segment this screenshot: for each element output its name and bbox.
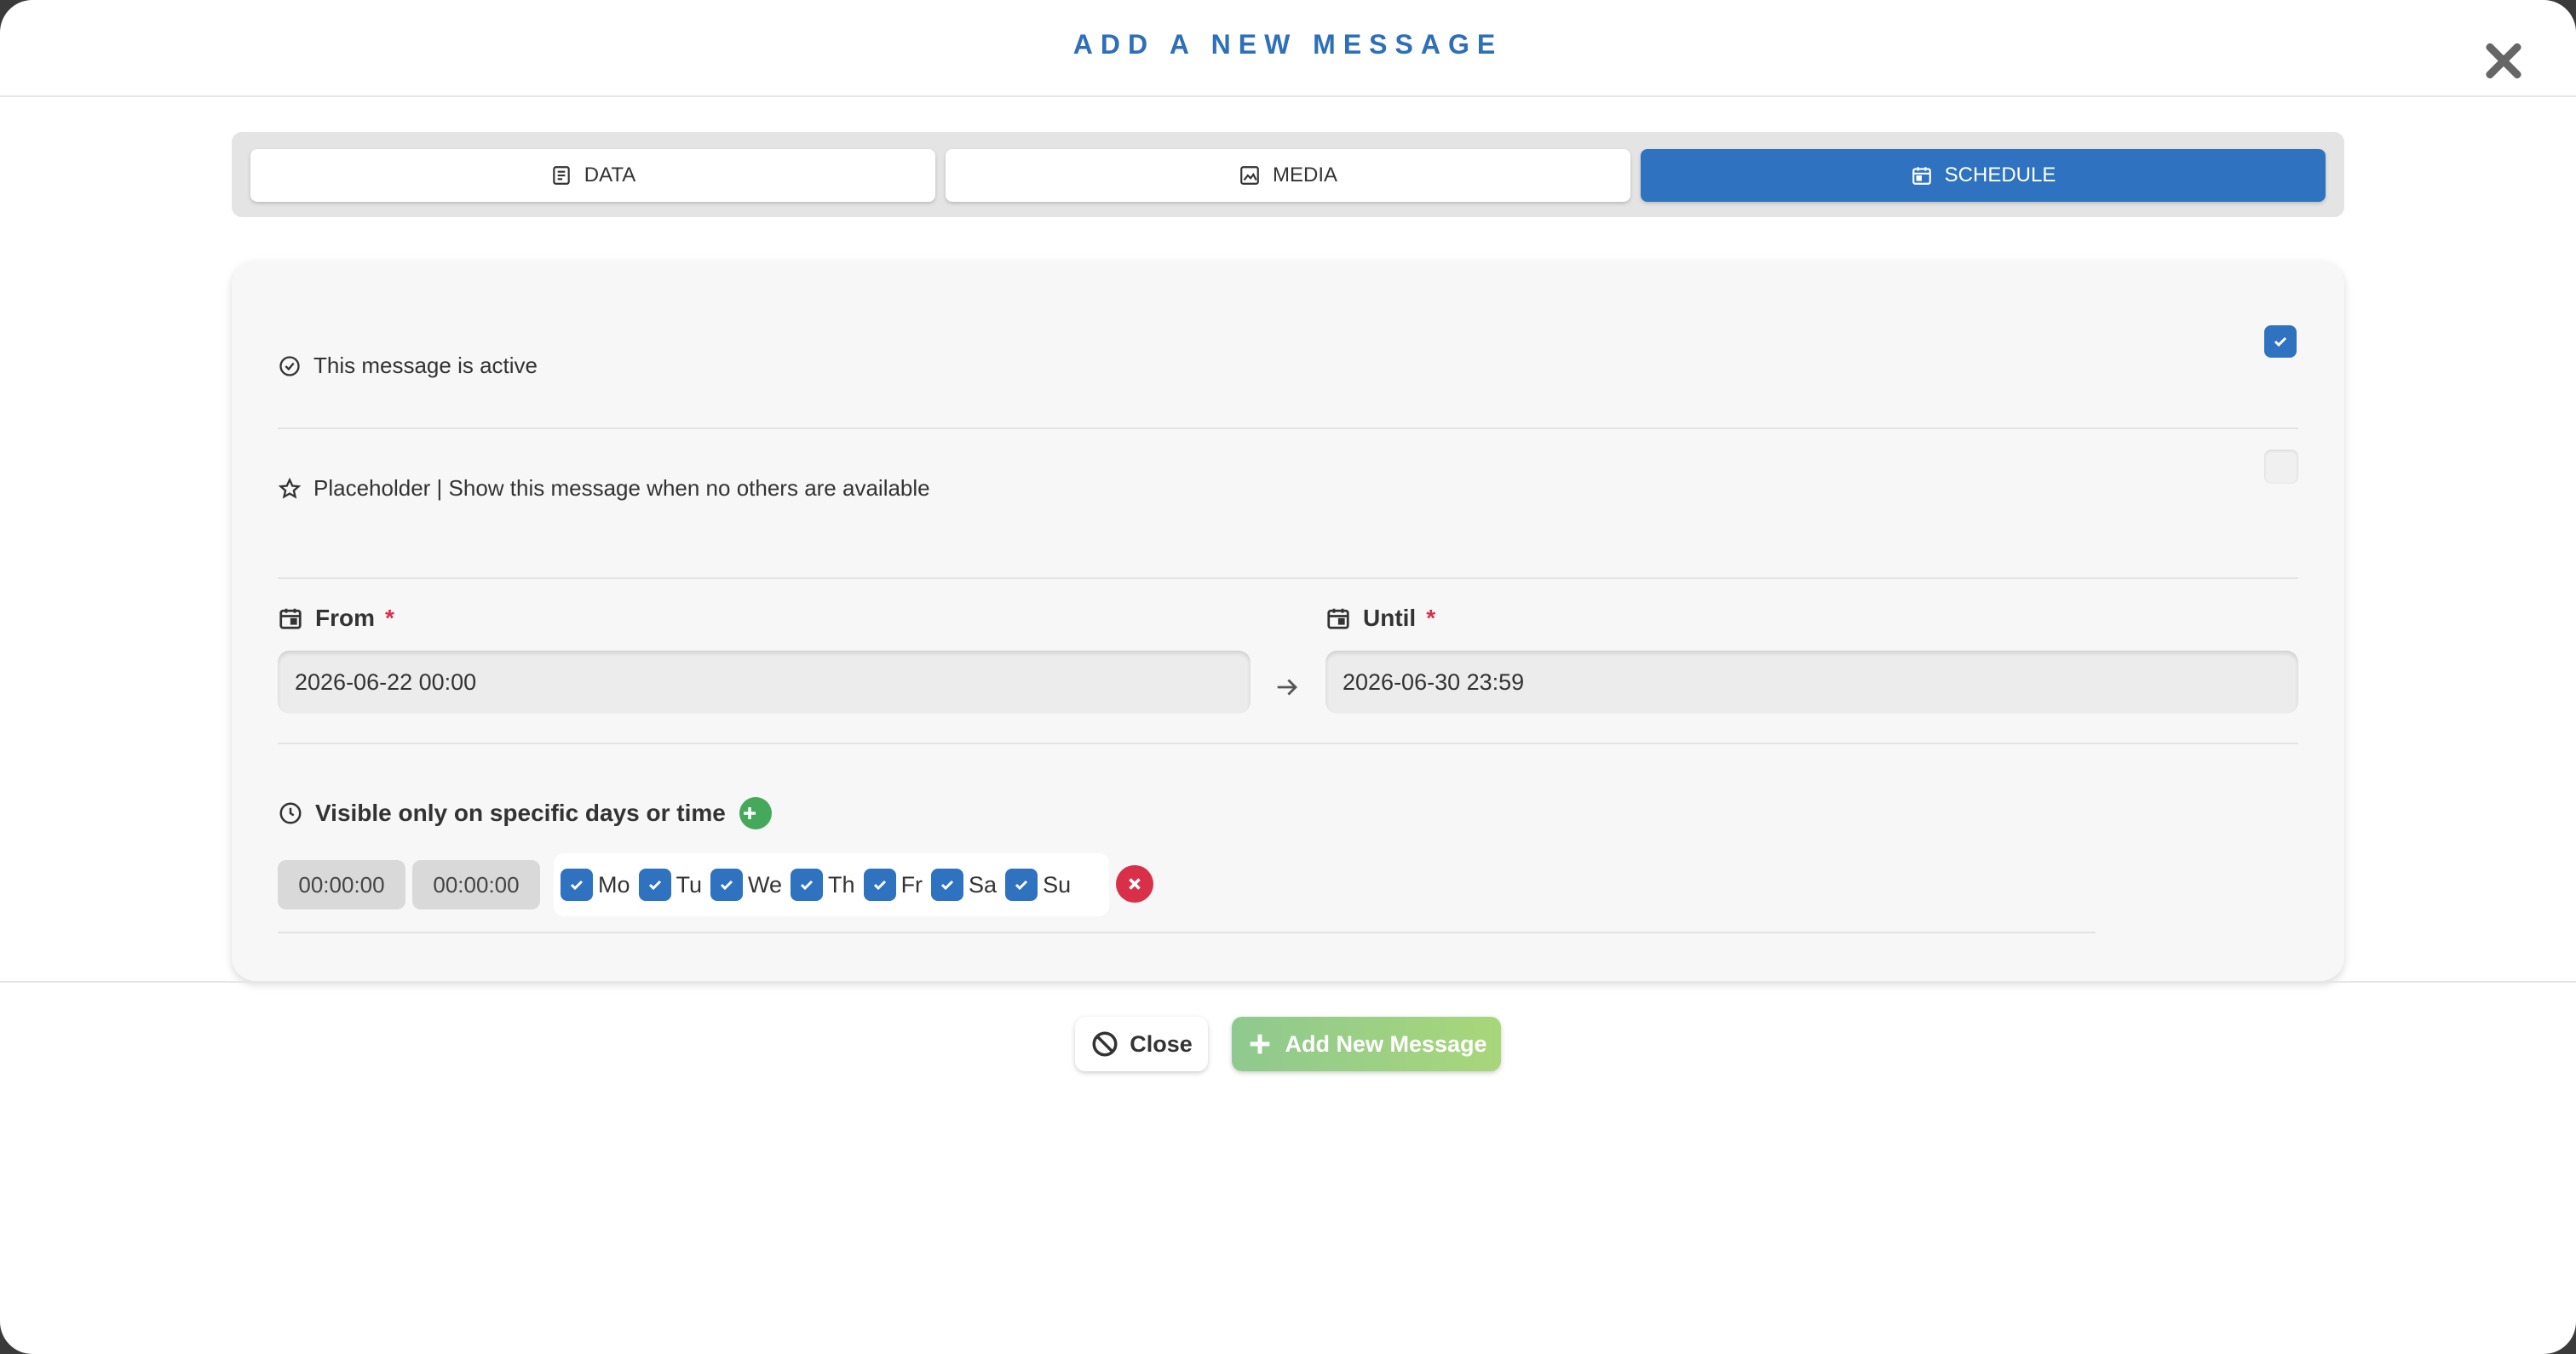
day-label: Sa: [969, 871, 998, 898]
add-message-modal: ADD A NEW MESSAGE DATA MEDIA SCHEDULE Th…: [0, 0, 2576, 1354]
modal-header: ADD A NEW MESSAGE: [0, 0, 2576, 97]
tab-label: SCHEDULE: [1944, 164, 2056, 186]
image-icon: [1240, 166, 1259, 185]
close-button-label: Close: [1130, 1030, 1193, 1057]
placeholder-checkbox[interactable]: [2264, 450, 2298, 484]
arrow-right-icon: [1277, 679, 1297, 696]
plus-icon: [743, 807, 756, 819]
day-checkbox[interactable]: [561, 869, 593, 901]
day-label: Su: [1043, 871, 1072, 898]
day-label: Th: [828, 871, 855, 898]
divider: [278, 932, 2096, 933]
day-th[interactable]: Th: [791, 869, 855, 901]
day-tu[interactable]: Tu: [638, 869, 703, 901]
active-checkbox[interactable]: [2264, 325, 2297, 358]
close-icon: [1129, 878, 1141, 890]
from-label: From *: [278, 605, 394, 632]
day-sa[interactable]: Sa: [931, 869, 997, 901]
tab-bar: DATA MEDIA SCHEDULE: [232, 132, 2344, 217]
star-icon: [278, 477, 302, 499]
from-input[interactable]: 2026-06-22 00:00: [278, 651, 1251, 714]
day-checkbox[interactable]: [638, 869, 671, 901]
close-icon[interactable]: [2481, 37, 2527, 83]
day-we[interactable]: We: [710, 869, 782, 901]
until-label: Until *: [1325, 605, 1435, 632]
day-label: Tu: [676, 871, 703, 898]
active-label: This message is active: [313, 353, 538, 378]
day-label: We: [748, 871, 783, 898]
checkmark-icon: [720, 880, 733, 891]
day-fr[interactable]: Fr: [863, 869, 923, 901]
remove-time-rule-button[interactable]: [1116, 865, 1153, 903]
until-input[interactable]: 2026-06-30 23:59: [1325, 651, 2298, 714]
add-time-rule-button[interactable]: [739, 797, 772, 829]
day-su[interactable]: Su: [1005, 869, 1071, 901]
checkmark-icon: [940, 880, 954, 891]
divider: [278, 743, 2298, 744]
checkmark-icon: [873, 880, 886, 891]
time-start-input[interactable]: 00:00:00: [278, 860, 405, 909]
placeholder-row: Placeholder | Show this message when no …: [278, 475, 930, 502]
tab-label: MEDIA: [1272, 164, 1337, 186]
time-end-input[interactable]: 00:00:00: [412, 860, 540, 909]
divider: [278, 427, 2298, 429]
check-circle-icon: [279, 355, 300, 376]
visibility-row: Visible only on specific days or time: [278, 797, 772, 829]
day-checkbox[interactable]: [863, 869, 896, 901]
close-button[interactable]: Close: [1075, 1017, 1208, 1071]
day-selector: Mo Tu We Th Fr Sa Su: [554, 853, 1109, 916]
footer-divider: [0, 981, 2576, 983]
add-new-message-button[interactable]: Add New Message: [1232, 1017, 1501, 1071]
add-button-label: Add New Message: [1285, 1030, 1487, 1057]
calendar-icon: [1327, 608, 1349, 629]
day-checkbox[interactable]: [791, 869, 824, 901]
checkmark-icon: [1015, 880, 1028, 891]
active-row: This message is active: [278, 353, 538, 379]
checkmark-icon: [2274, 336, 2287, 347]
day-checkbox[interactable]: [1005, 869, 1038, 901]
divider: [278, 577, 2298, 579]
until-label-text: Until: [1363, 605, 1417, 631]
plus-icon: [1251, 1034, 1270, 1054]
day-checkbox[interactable]: [710, 869, 744, 901]
day-mo[interactable]: Mo: [561, 869, 630, 901]
tab-schedule[interactable]: SCHEDULE: [1641, 149, 2326, 202]
day-label: Fr: [900, 871, 923, 898]
document-icon: [553, 166, 570, 185]
tab-label: DATA: [584, 164, 636, 186]
checkmark-icon: [648, 880, 661, 891]
modal-title: ADD A NEW MESSAGE: [1072, 29, 1504, 60]
ban-icon: [1092, 1031, 1118, 1057]
calendar-icon: [1912, 167, 1931, 185]
placeholder-label: Placeholder | Show this message when no …: [313, 475, 930, 501]
calendar-icon: [279, 608, 302, 629]
required-marker: *: [385, 605, 394, 631]
checkmark-icon: [800, 880, 814, 891]
checkmark-icon: [570, 880, 584, 891]
day-checkbox[interactable]: [931, 869, 964, 901]
visibility-label: Visible only on specific days or time: [315, 800, 726, 826]
required-marker: *: [1426, 605, 1436, 631]
tab-data[interactable]: DATA: [250, 149, 935, 202]
day-label: Mo: [598, 871, 630, 898]
tab-media[interactable]: MEDIA: [946, 149, 1630, 202]
from-label-text: From: [315, 605, 375, 631]
schedule-panel: This message is active Placeholder | Sho…: [232, 261, 2344, 981]
clock-icon: [279, 802, 302, 824]
